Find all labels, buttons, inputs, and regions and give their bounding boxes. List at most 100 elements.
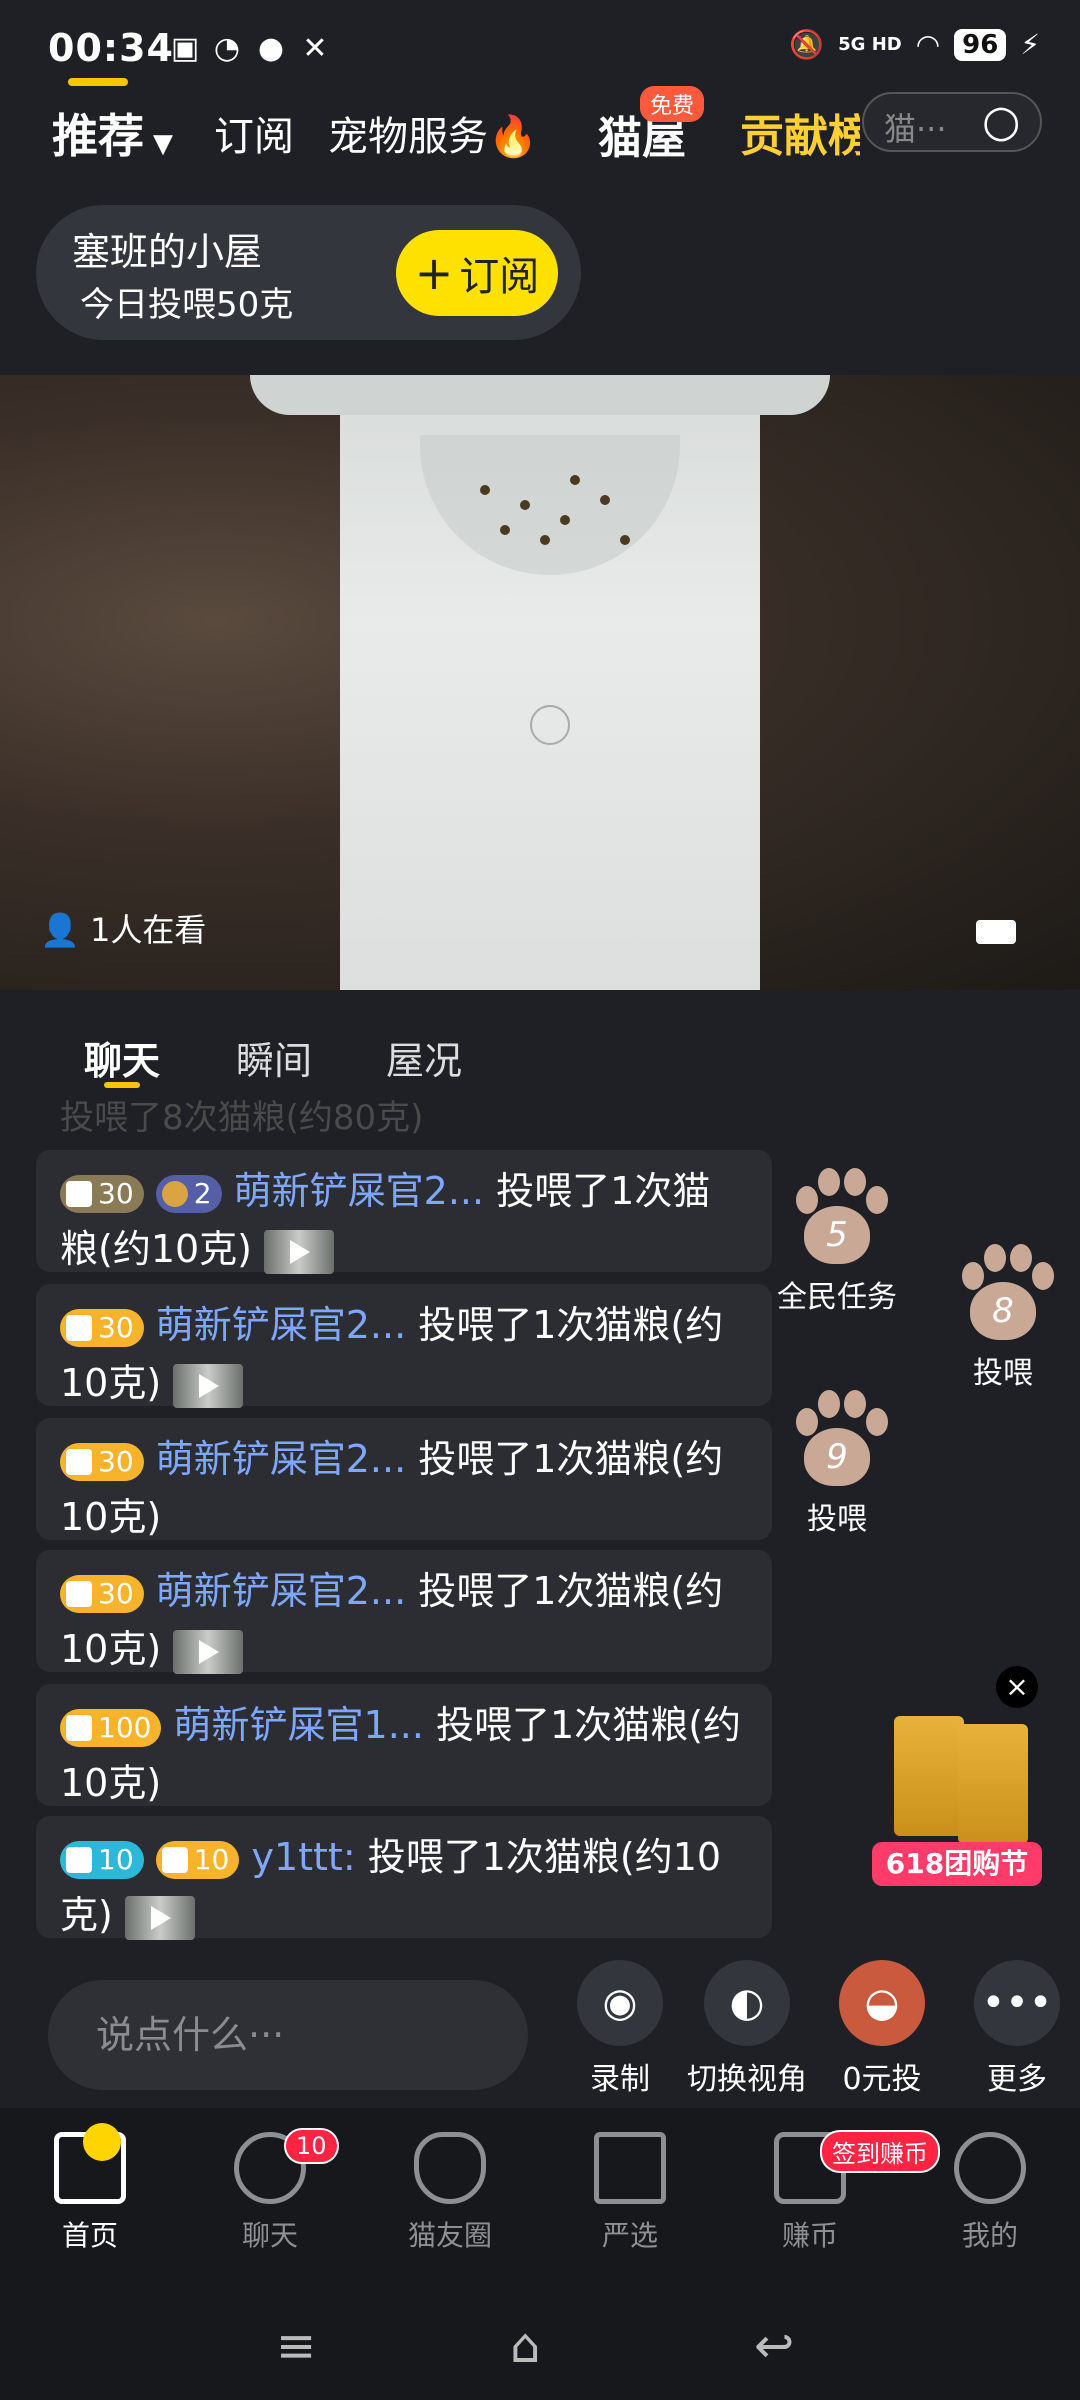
mute-icon: 🔕 [789,28,825,61]
tab-subscribe[interactable]: 订阅 [214,104,294,162]
chat-input[interactable]: 说点什么··· [48,1980,528,2090]
battery-status-icon [976,920,1016,944]
active-tab-indicator [68,78,128,86]
search-icon[interactable]: ○ [982,96,1020,147]
chat-message: 30 萌新铲屎官2... 投喂了1次猫粮(约10克) [36,1418,772,1540]
chat-message: 30 萌新铲屎官2... 投喂了1次猫粮(约10克) [36,1550,772,1674]
faded-chat-line: 投喂了8次猫粮(约80克) [60,1098,424,1138]
food-pellet [560,515,570,525]
food-pellet [480,485,490,495]
chat-username[interactable]: 萌新铲屎官1... [174,1703,424,1747]
video-thumbnail[interactable] [173,1363,244,1408]
tab-contribution-rank[interactable]: 贡献榜 [740,100,860,164]
chat-username[interactable]: 萌新铲屎官2... [156,1569,406,1613]
nav-earn-label: 赚币 [781,2219,838,2252]
video-thumbnail[interactable] [173,1629,244,1674]
nav-store[interactable]: 严选 [560,2132,700,2254]
promo-label: 618团购节 [872,1842,1042,1886]
food-pellet [600,495,610,505]
search-box[interactable]: 猫··· ○ [862,92,1042,152]
nav-store-label: 严选 [601,2219,658,2252]
chat-username[interactable]: y1ttt: [251,1835,355,1879]
promo-close-button[interactable]: × [996,1666,1038,1708]
wechat-icon: ◔ [213,31,241,66]
record-icon: ◉ [577,1960,663,2046]
record-button[interactable]: ◉ 录制 [550,1960,690,2098]
chat-username[interactable]: 萌新铲屎官2... [156,1303,406,1347]
battery-level: 96 [954,28,1007,61]
nav-home-label: 首页 [61,2219,118,2252]
subscribe-button[interactable]: + 订阅 [396,230,558,316]
wifi-icon: ◠ [915,28,941,61]
live-video[interactable]: 👤 1人在看 [0,375,1080,990]
paw-feed-button[interactable]: 9 投喂 [772,1384,902,1538]
charging-icon: ⚡ [1020,28,1040,61]
back-icon[interactable]: ↩ [754,2318,794,2374]
paw-task-button[interactable]: 5 全民任务 [772,1162,902,1316]
record-label: 录制 [590,2062,650,2097]
paw-label: 投喂 [807,1502,867,1537]
room-name: 塞班的小屋 [72,230,263,274]
search-placeholder: 猫··· [884,110,947,148]
viewers-label: 1人在看 [90,911,207,949]
tab-pet-service[interactable]: 宠物服务🔥 [328,104,538,162]
nav-profile-label: 我的 [961,2219,1018,2252]
level-badge: 10 [155,1840,240,1879]
free-feed-icon: ◒ [839,1960,925,2046]
room-today-feed: 今日投喂50克 [80,285,294,325]
chat-username[interactable]: 萌新铲屎官2... [156,1437,406,1481]
paw-count: 5 [804,1206,870,1264]
pet-badge: 2 [155,1174,222,1213]
switch-view-label: 切换视角 [687,2062,807,2097]
feeder-outlet [530,705,570,745]
more-button[interactable]: ••• 更多 [947,1960,1080,2098]
tab-chat[interactable]: 聊天 [84,1030,160,1085]
profile-icon [954,2132,1026,2204]
free-badge: 免费 [640,86,705,122]
nav-cat-circle-label: 猫友圈 [407,2219,492,2252]
paw-label: 全民任务 [777,1280,897,1315]
food-pellet [520,500,530,510]
person-icon: 👤 [40,911,80,949]
nav-cat-circle[interactable]: 猫友圈 [380,2132,520,2254]
tab-recommend[interactable]: 推荐 ▼ [52,100,173,166]
cat-food-bag-icon [894,1716,964,1836]
chat-message: 30 萌新铲屎官2... 投喂了1次猫粮(约10克) [36,1284,772,1408]
chat-message: 100 萌新铲屎官1... 投喂了1次猫粮(约10克) [36,1684,772,1806]
nav-profile[interactable]: 我的 [920,2132,1060,2254]
free-feed-label: 0元投 [842,2062,922,2097]
free-feed-button[interactable]: ◒ 0元投 [812,1960,952,2098]
tab-house-status[interactable]: 屋况 [386,1030,462,1085]
paw-label: 投喂 [973,1356,1033,1391]
food-pellet [620,535,630,545]
switch-view-button[interactable]: ◐ 切换视角 [677,1960,817,2098]
tab-recommend-label: 推荐 [52,109,144,163]
more-label: 更多 [987,2062,1047,2097]
level-badge: 30 [60,1308,144,1347]
video-thumbnail[interactable] [124,1895,195,1940]
nav-chat-label: 聊天 [241,2219,298,2252]
chat-tab-indicator [104,1082,140,1088]
status-bar: 00:34 ▣ ◔ ● ✕ 🔕 5G HD ◠ 96 ⚡ [0,0,1080,100]
paw-feed-button[interactable]: 8 投喂 [938,1238,1068,1392]
home-nav-icon[interactable]: ⌂ [510,2318,540,2374]
level-badge: 30 [60,1174,144,1213]
tools-icon: ✕ [302,31,328,66]
level-badge: 100 [60,1708,162,1747]
cat-circle-icon [414,2132,486,2204]
level-badge: 30 [60,1574,144,1613]
menu-icon[interactable]: ≡ [276,2318,316,2374]
tab-moments[interactable]: 瞬间 [236,1030,312,1085]
chat-username[interactable]: 萌新铲屎官2... [234,1169,484,1213]
chat-unread-badge: 10 [284,2128,339,2164]
switch-view-icon: ◐ [704,1960,790,2046]
paw-icon: 8 [948,1238,1058,1348]
paw-icon: 5 [782,1162,892,1272]
video-thumbnail[interactable] [264,1229,335,1274]
chat-message: 10 10 y1ttt: 投喂了1次猫粮(约10克) [36,1816,772,1940]
promo-banner[interactable]: 618团购节 [872,1716,1042,1886]
nav-home[interactable]: 首页 [20,2123,160,2254]
paw-icon: 9 [782,1384,892,1494]
message-icon: ● [257,31,285,66]
subscribe-label: 订阅 [459,254,540,300]
